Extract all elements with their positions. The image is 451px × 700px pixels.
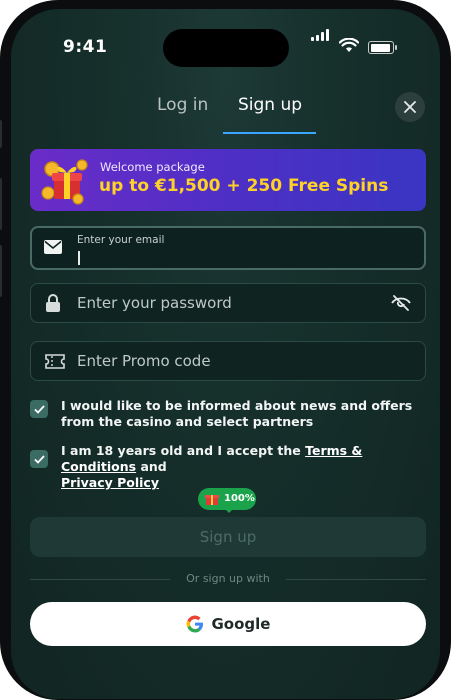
checkmark-icon <box>33 404 45 414</box>
battery-icon <box>368 41 394 54</box>
banner-label: Welcome package <box>100 160 205 174</box>
active-tab-indicator <box>223 132 316 134</box>
eye-hidden-icon[interactable] <box>391 294 411 312</box>
google-signin-button[interactable]: Google <box>30 602 426 646</box>
status-time: 9:41 <box>63 37 108 57</box>
bonus-badge-pointer <box>223 507 235 513</box>
consent-terms: I am 18 years old and I accept the Terms… <box>30 443 428 490</box>
email-field-label: Enter your email <box>77 234 165 246</box>
divider-text: Or sign up with <box>186 572 270 585</box>
ticket-icon <box>45 354 65 369</box>
consent-terms-checkbox[interactable] <box>30 450 48 468</box>
status-bar: 9:41 <box>11 9 440 69</box>
consent-terms-middle: and <box>136 459 167 474</box>
phone-volume-down <box>0 245 2 297</box>
consent-terms-text: I am 18 years old and I accept the Terms… <box>61 443 427 491</box>
privacy-link[interactable]: Privacy Policy <box>61 475 159 490</box>
checkmark-icon <box>33 454 45 464</box>
consent-marketing-checkbox[interactable] <box>30 400 48 418</box>
email-field[interactable]: Enter your email <box>30 226 426 270</box>
close-button[interactable] <box>395 92 425 122</box>
google-button-label: Google <box>211 615 271 633</box>
auth-tabs: Log in Sign up <box>11 95 440 135</box>
divider: Or sign up with <box>30 572 426 586</box>
consent-marketing: I would like to be informed about news a… <box>30 398 428 432</box>
promo-field[interactable]: Enter Promo code <box>30 341 426 381</box>
gift-icon <box>205 495 219 505</box>
tab-login[interactable]: Log in <box>157 95 208 115</box>
gift-coins-icon <box>41 159 88 205</box>
consent-terms-prefix: I am 18 years old and I accept the <box>61 443 306 458</box>
text-caret <box>78 251 80 265</box>
welcome-banner[interactable]: Welcome package up to €1,500 + 250 Free … <box>30 149 426 211</box>
wifi-icon <box>339 38 359 52</box>
phone-side-button <box>0 120 2 148</box>
google-icon <box>186 615 203 633</box>
promo-placeholder: Enter Promo code <box>77 352 211 370</box>
signup-button[interactable]: Sign up <box>30 517 426 557</box>
dynamic-island <box>163 29 289 67</box>
close-icon <box>404 101 416 113</box>
password-placeholder: Enter your password <box>77 294 232 312</box>
banner-amount: up to €1,500 + 250 Free Spins <box>99 176 389 196</box>
phone-volume-up <box>0 178 2 230</box>
battery-cap <box>395 45 397 50</box>
lock-icon <box>46 294 60 312</box>
consent-marketing-text: I would like to be informed about news a… <box>61 398 413 429</box>
phone-frame: 9:41 Log in Sign up Welcome package up t… <box>0 0 451 700</box>
password-field[interactable]: Enter your password <box>30 283 426 323</box>
app-screen: 9:41 Log in Sign up Welcome package up t… <box>11 9 440 699</box>
bonus-badge-label: 100% <box>224 493 255 504</box>
envelope-icon <box>44 240 62 254</box>
tab-signup[interactable]: Sign up <box>238 95 302 115</box>
